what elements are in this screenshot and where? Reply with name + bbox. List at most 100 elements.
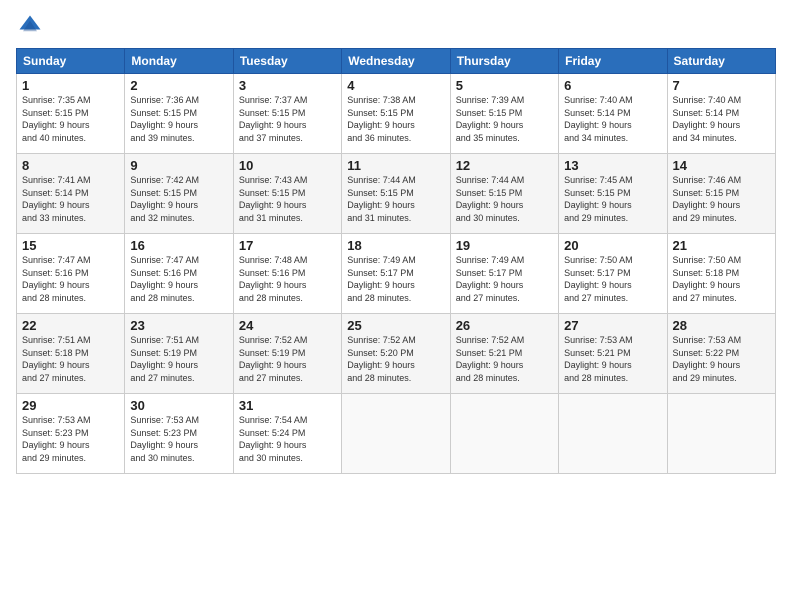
calendar-cell: 8 Sunrise: 7:41 AM Sunset: 5:14 PM Dayli…: [17, 154, 125, 234]
day-number: 1: [22, 78, 119, 93]
day-number: 15: [22, 238, 119, 253]
weekday-header: Saturday: [667, 49, 775, 74]
calendar-cell: 11 Sunrise: 7:44 AM Sunset: 5:15 PM Dayl…: [342, 154, 450, 234]
weekday-header: Thursday: [450, 49, 558, 74]
day-info: Sunrise: 7:38 AM Sunset: 5:15 PM Dayligh…: [347, 94, 444, 144]
calendar-cell: 19 Sunrise: 7:49 AM Sunset: 5:17 PM Dayl…: [450, 234, 558, 314]
day-number: 30: [130, 398, 227, 413]
day-info: Sunrise: 7:35 AM Sunset: 5:15 PM Dayligh…: [22, 94, 119, 144]
day-info: Sunrise: 7:52 AM Sunset: 5:21 PM Dayligh…: [456, 334, 553, 384]
calendar-week-row: 29 Sunrise: 7:53 AM Sunset: 5:23 PM Dayl…: [17, 394, 776, 474]
calendar-cell: 24 Sunrise: 7:52 AM Sunset: 5:19 PM Dayl…: [233, 314, 341, 394]
day-info: Sunrise: 7:53 AM Sunset: 5:22 PM Dayligh…: [673, 334, 770, 384]
day-info: Sunrise: 7:49 AM Sunset: 5:17 PM Dayligh…: [347, 254, 444, 304]
calendar-cell: [450, 394, 558, 474]
calendar-week-row: 15 Sunrise: 7:47 AM Sunset: 5:16 PM Dayl…: [17, 234, 776, 314]
day-info: Sunrise: 7:47 AM Sunset: 5:16 PM Dayligh…: [130, 254, 227, 304]
calendar-cell: 12 Sunrise: 7:44 AM Sunset: 5:15 PM Dayl…: [450, 154, 558, 234]
calendar-page: SundayMondayTuesdayWednesdayThursdayFrid…: [0, 0, 792, 612]
calendar-cell: 18 Sunrise: 7:49 AM Sunset: 5:17 PM Dayl…: [342, 234, 450, 314]
calendar-header-row: SundayMondayTuesdayWednesdayThursdayFrid…: [17, 49, 776, 74]
calendar-cell: [559, 394, 667, 474]
day-info: Sunrise: 7:37 AM Sunset: 5:15 PM Dayligh…: [239, 94, 336, 144]
weekday-header: Wednesday: [342, 49, 450, 74]
calendar-cell: 13 Sunrise: 7:45 AM Sunset: 5:15 PM Dayl…: [559, 154, 667, 234]
day-number: 9: [130, 158, 227, 173]
calendar-cell: 10 Sunrise: 7:43 AM Sunset: 5:15 PM Dayl…: [233, 154, 341, 234]
day-info: Sunrise: 7:41 AM Sunset: 5:14 PM Dayligh…: [22, 174, 119, 224]
weekday-header: Tuesday: [233, 49, 341, 74]
day-info: Sunrise: 7:47 AM Sunset: 5:16 PM Dayligh…: [22, 254, 119, 304]
day-number: 13: [564, 158, 661, 173]
header: [16, 12, 776, 40]
day-number: 24: [239, 318, 336, 333]
day-number: 28: [673, 318, 770, 333]
day-number: 8: [22, 158, 119, 173]
day-number: 11: [347, 158, 444, 173]
day-info: Sunrise: 7:51 AM Sunset: 5:18 PM Dayligh…: [22, 334, 119, 384]
day-info: Sunrise: 7:50 AM Sunset: 5:18 PM Dayligh…: [673, 254, 770, 304]
calendar-cell: 9 Sunrise: 7:42 AM Sunset: 5:15 PM Dayli…: [125, 154, 233, 234]
day-number: 10: [239, 158, 336, 173]
calendar-cell: 15 Sunrise: 7:47 AM Sunset: 5:16 PM Dayl…: [17, 234, 125, 314]
calendar-cell: 28 Sunrise: 7:53 AM Sunset: 5:22 PM Dayl…: [667, 314, 775, 394]
day-number: 16: [130, 238, 227, 253]
logo: [16, 12, 46, 40]
day-number: 2: [130, 78, 227, 93]
calendar-cell: [342, 394, 450, 474]
calendar-cell: 30 Sunrise: 7:53 AM Sunset: 5:23 PM Dayl…: [125, 394, 233, 474]
day-number: 22: [22, 318, 119, 333]
day-info: Sunrise: 7:54 AM Sunset: 5:24 PM Dayligh…: [239, 414, 336, 464]
day-number: 7: [673, 78, 770, 93]
day-info: Sunrise: 7:43 AM Sunset: 5:15 PM Dayligh…: [239, 174, 336, 224]
day-info: Sunrise: 7:49 AM Sunset: 5:17 PM Dayligh…: [456, 254, 553, 304]
day-number: 26: [456, 318, 553, 333]
day-info: Sunrise: 7:53 AM Sunset: 5:23 PM Dayligh…: [22, 414, 119, 464]
day-info: Sunrise: 7:45 AM Sunset: 5:15 PM Dayligh…: [564, 174, 661, 224]
calendar-cell: 4 Sunrise: 7:38 AM Sunset: 5:15 PM Dayli…: [342, 74, 450, 154]
calendar-cell: 7 Sunrise: 7:40 AM Sunset: 5:14 PM Dayli…: [667, 74, 775, 154]
calendar-cell: 23 Sunrise: 7:51 AM Sunset: 5:19 PM Dayl…: [125, 314, 233, 394]
calendar-cell: 27 Sunrise: 7:53 AM Sunset: 5:21 PM Dayl…: [559, 314, 667, 394]
day-number: 31: [239, 398, 336, 413]
calendar-cell: 17 Sunrise: 7:48 AM Sunset: 5:16 PM Dayl…: [233, 234, 341, 314]
day-number: 19: [456, 238, 553, 253]
calendar-week-row: 22 Sunrise: 7:51 AM Sunset: 5:18 PM Dayl…: [17, 314, 776, 394]
day-info: Sunrise: 7:36 AM Sunset: 5:15 PM Dayligh…: [130, 94, 227, 144]
calendar-cell: 31 Sunrise: 7:54 AM Sunset: 5:24 PM Dayl…: [233, 394, 341, 474]
day-info: Sunrise: 7:52 AM Sunset: 5:20 PM Dayligh…: [347, 334, 444, 384]
day-number: 6: [564, 78, 661, 93]
day-number: 20: [564, 238, 661, 253]
day-info: Sunrise: 7:40 AM Sunset: 5:14 PM Dayligh…: [673, 94, 770, 144]
day-info: Sunrise: 7:52 AM Sunset: 5:19 PM Dayligh…: [239, 334, 336, 384]
calendar-cell: 16 Sunrise: 7:47 AM Sunset: 5:16 PM Dayl…: [125, 234, 233, 314]
weekday-header: Friday: [559, 49, 667, 74]
day-info: Sunrise: 7:44 AM Sunset: 5:15 PM Dayligh…: [347, 174, 444, 224]
calendar-cell: 26 Sunrise: 7:52 AM Sunset: 5:21 PM Dayl…: [450, 314, 558, 394]
day-number: 4: [347, 78, 444, 93]
calendar-cell: 22 Sunrise: 7:51 AM Sunset: 5:18 PM Dayl…: [17, 314, 125, 394]
calendar-week-row: 1 Sunrise: 7:35 AM Sunset: 5:15 PM Dayli…: [17, 74, 776, 154]
calendar-cell: 6 Sunrise: 7:40 AM Sunset: 5:14 PM Dayli…: [559, 74, 667, 154]
day-number: 12: [456, 158, 553, 173]
calendar-week-row: 8 Sunrise: 7:41 AM Sunset: 5:14 PM Dayli…: [17, 154, 776, 234]
day-info: Sunrise: 7:44 AM Sunset: 5:15 PM Dayligh…: [456, 174, 553, 224]
day-number: 23: [130, 318, 227, 333]
day-info: Sunrise: 7:39 AM Sunset: 5:15 PM Dayligh…: [456, 94, 553, 144]
calendar-cell: 1 Sunrise: 7:35 AM Sunset: 5:15 PM Dayli…: [17, 74, 125, 154]
day-info: Sunrise: 7:40 AM Sunset: 5:14 PM Dayligh…: [564, 94, 661, 144]
calendar-table: SundayMondayTuesdayWednesdayThursdayFrid…: [16, 48, 776, 474]
logo-icon: [16, 12, 44, 40]
day-info: Sunrise: 7:42 AM Sunset: 5:15 PM Dayligh…: [130, 174, 227, 224]
day-number: 14: [673, 158, 770, 173]
calendar-body: 1 Sunrise: 7:35 AM Sunset: 5:15 PM Dayli…: [17, 74, 776, 474]
calendar-cell: 29 Sunrise: 7:53 AM Sunset: 5:23 PM Dayl…: [17, 394, 125, 474]
day-info: Sunrise: 7:51 AM Sunset: 5:19 PM Dayligh…: [130, 334, 227, 384]
day-info: Sunrise: 7:46 AM Sunset: 5:15 PM Dayligh…: [673, 174, 770, 224]
calendar-cell: 21 Sunrise: 7:50 AM Sunset: 5:18 PM Dayl…: [667, 234, 775, 314]
weekday-header: Sunday: [17, 49, 125, 74]
calendar-cell: 25 Sunrise: 7:52 AM Sunset: 5:20 PM Dayl…: [342, 314, 450, 394]
calendar-cell: 2 Sunrise: 7:36 AM Sunset: 5:15 PM Dayli…: [125, 74, 233, 154]
day-info: Sunrise: 7:50 AM Sunset: 5:17 PM Dayligh…: [564, 254, 661, 304]
calendar-cell: 20 Sunrise: 7:50 AM Sunset: 5:17 PM Dayl…: [559, 234, 667, 314]
